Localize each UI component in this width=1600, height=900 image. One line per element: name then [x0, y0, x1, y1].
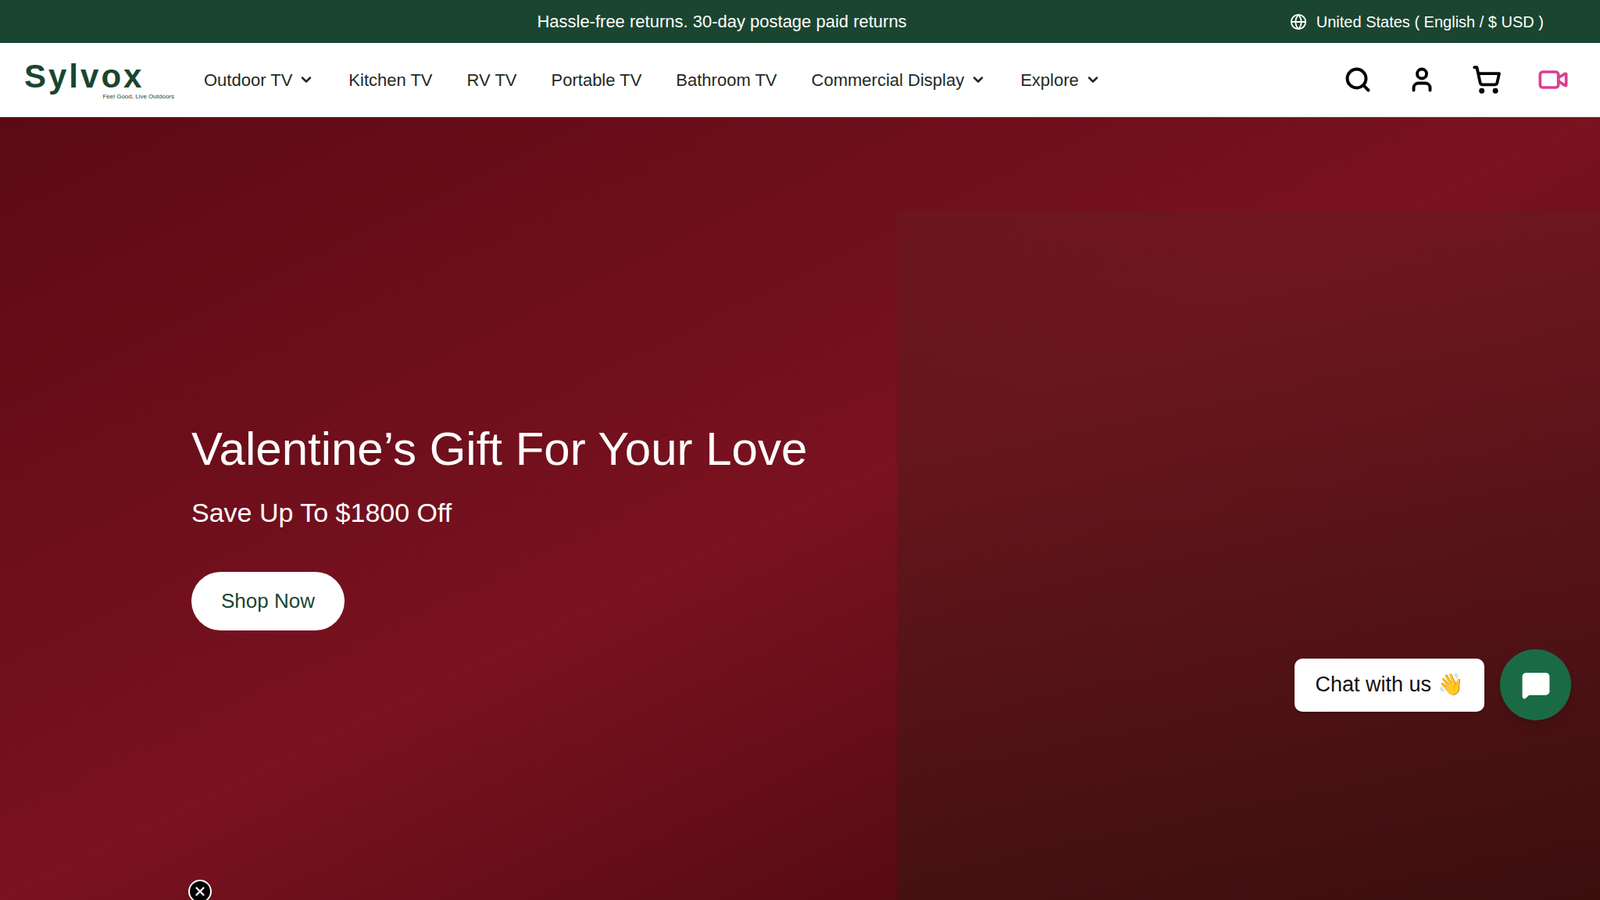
- close-icon: [192, 884, 208, 899]
- nav-item[interactable]: Bathroom TV: [675, 67, 777, 93]
- chevron-down-icon: [970, 71, 986, 88]
- announcement-bar: Hassle-free returns. 30-day postage paid…: [0, 0, 1600, 43]
- globe-icon: [1289, 13, 1308, 31]
- nav-menu: Outdoor TV Kitchen TV RV TV Portable TV Bath…: [203, 67, 1101, 93]
- video-icon[interactable]: [1537, 64, 1569, 96]
- chat-icon: [1521, 670, 1551, 700]
- cart-icon[interactable]: [1471, 64, 1502, 95]
- nav-item[interactable]: RV TV: [467, 67, 518, 93]
- search-icon[interactable]: [1343, 65, 1372, 94]
- hero-subtitle: Save Up To $1800 Off: [191, 492, 452, 533]
- chat-widget: Chat with us👋: [1294, 649, 1572, 721]
- nav-item[interactable]: Portable TV: [551, 67, 643, 93]
- header-actions: [1343, 64, 1569, 96]
- nav-item[interactable]: Commercial Display: [811, 67, 987, 93]
- shop-now-button[interactable]: Shop Now: [191, 571, 345, 631]
- chevron-down-icon: [298, 71, 315, 88]
- page: Hassle-free returns. 30-day postage paid…: [0, 0, 1600, 900]
- hero-image: [896, 210, 1600, 900]
- logo[interactable]: SylvoxFeel Good, Live Outdoors: [24, 60, 181, 100]
- close-button[interactable]: [188, 879, 212, 900]
- chat-bubble[interactable]: Chat with us👋: [1294, 658, 1485, 712]
- hero-banner: Valentine’s Gift For Your Love Save Up To…: [0, 117, 1600, 900]
- nav-item[interactable]: Kitchen TV: [348, 67, 433, 93]
- nav-item[interactable]: Explore: [1020, 67, 1101, 93]
- locale-selector[interactable]: United States ( English / $ USD ): [1289, 0, 1544, 43]
- account-icon[interactable]: [1407, 65, 1436, 94]
- hero-title: Valentine’s Gift For Your Love: [191, 421, 808, 476]
- chevron-down-icon: [1085, 71, 1101, 88]
- chat-button[interactable]: [1500, 649, 1572, 721]
- nav-item[interactable]: Outdoor TV: [203, 67, 315, 93]
- hero-content: Valentine’s Gift For Your Love Save Up To…: [191, 421, 1600, 631]
- main-nav: SylvoxFeel Good, Live Outdoors Outdoor TV…: [0, 42, 1600, 118]
